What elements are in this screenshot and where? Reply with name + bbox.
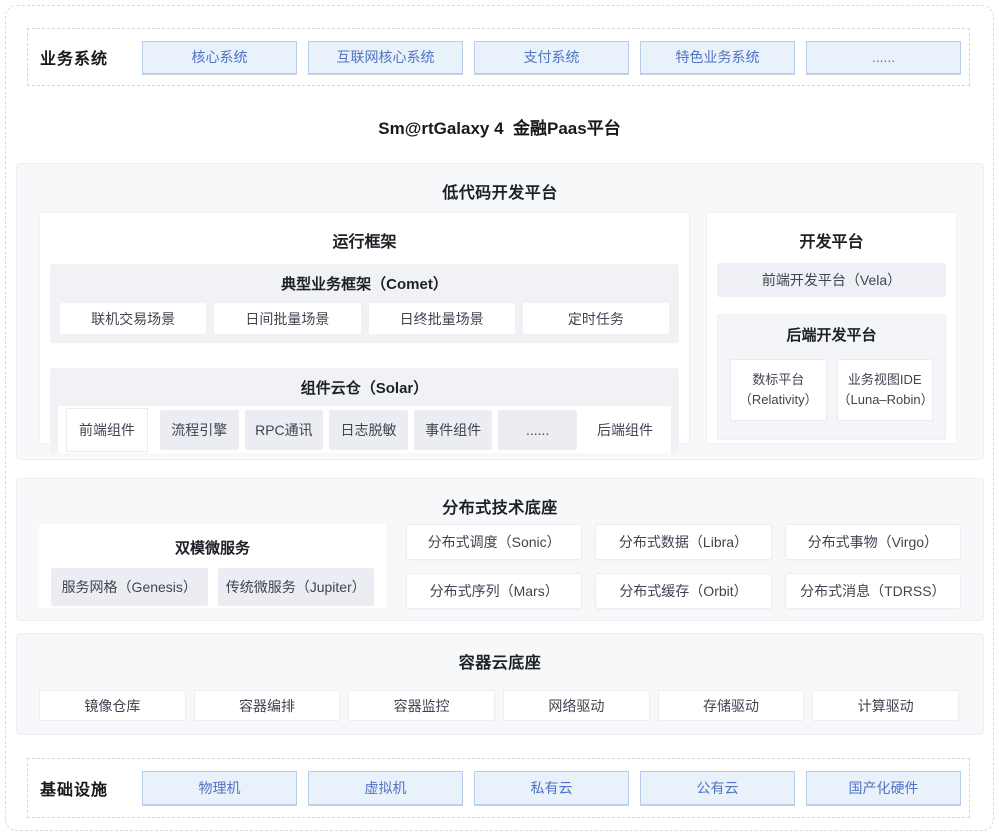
distributed-body: 双模微服务 服务网格（Genesis） 传统微服务（Jupiter） 分布式调度… xyxy=(39,524,961,608)
dual-mode-title: 双模微服务 xyxy=(39,524,386,558)
distributed-grid: 分布式调度（Sonic） 分布式数据（Libra） 分布式事物（Virgo） 分… xyxy=(406,524,961,608)
solar-item-backend-components: 后端组件 xyxy=(587,408,663,452)
infra-item-domestic-hardware: 国产化硬件 xyxy=(806,771,961,805)
biz-system-payment: 支付系统 xyxy=(474,41,629,74)
solar-panel: 组件云仓（Solar） 前端组件 流程引擎 RPC通讯 日志脱敏 事件组件 ..… xyxy=(50,368,679,453)
solar-item-event-components: 事件组件 xyxy=(414,410,493,450)
infrastructure-label: 基础设施 xyxy=(28,776,142,800)
business-systems-label: 业务系统 xyxy=(28,45,142,69)
frontend-dev-platform-vela: 前端开发平台（Vela） xyxy=(717,263,946,297)
distributed-section: 分布式技术底座 双模微服务 服务网格（Genesis） 传统微服务（Jupite… xyxy=(16,478,984,621)
cc-item-orchestration: 容器编排 xyxy=(194,690,341,721)
backend-item-luna-robin: 业务视图IDE （Luna–Robin） xyxy=(837,359,934,421)
distributed-title: 分布式技术底座 xyxy=(17,479,983,518)
backend-item-luna-robin-code: （Luna–Robin） xyxy=(838,390,933,410)
lowcode-title: 低代码开发平台 xyxy=(17,164,983,203)
biz-system-internet-core: 互联网核心系统 xyxy=(308,41,463,74)
cc-item-network-driver: 网络驱动 xyxy=(503,690,650,721)
infra-item-physical-machine: 物理机 xyxy=(142,771,297,805)
infra-item-private-cloud: 私有云 xyxy=(474,771,629,805)
infrastructure-section: 基础设施 物理机 虚拟机 私有云 公有云 国产化硬件 xyxy=(27,758,970,818)
platform-title: Sm@rtGalaxy 4 金融Paas平台 xyxy=(0,114,999,139)
backend-dev-platform-box: 后端开发平台 数标平台 （Relativity） 业务视图IDE （Luna–R… xyxy=(717,314,946,440)
solar-items: 前端组件 流程引擎 RPC通讯 日志脱敏 事件组件 ...... 后端组件 xyxy=(58,406,671,453)
comet-item-intraday-batch: 日间批量场景 xyxy=(214,303,360,334)
distributed-item-sonic: 分布式调度（Sonic） xyxy=(406,524,582,560)
comet-item-online-trading: 联机交易场景 xyxy=(60,303,206,334)
distributed-item-orbit: 分布式缓存（Orbit） xyxy=(595,573,771,609)
distributed-item-tdrss: 分布式消息（TDRSS） xyxy=(785,573,961,609)
runtime-framework-box: 运行框架 典型业务框架（Comet） 联机交易场景 日间批量场景 日终批量场景 … xyxy=(39,212,690,444)
solar-title: 组件云仓（Solar） xyxy=(50,368,679,398)
biz-system-special: 特色业务系统 xyxy=(640,41,795,74)
backend-dev-platform-title: 后端开发平台 xyxy=(718,315,945,345)
dual-mode-microservices-box: 双模微服务 服务网格（Genesis） 传统微服务（Jupiter） xyxy=(39,524,386,608)
infrastructure-items: 物理机 虚拟机 私有云 公有云 国产化硬件 xyxy=(142,771,969,805)
solar-item-log-masking: 日志脱敏 xyxy=(329,410,408,450)
runtime-framework-title: 运行框架 xyxy=(40,213,689,252)
dual-mode-item-jupiter: 传统微服务（Jupiter） xyxy=(218,568,375,606)
biz-system-core: 核心系统 xyxy=(142,41,297,74)
cc-item-storage-driver: 存储驱动 xyxy=(658,690,805,721)
solar-item-frontend-components: 前端组件 xyxy=(66,408,148,452)
dual-mode-item-genesis: 服务网格（Genesis） xyxy=(51,568,208,606)
comet-item-scheduled-task: 定时任务 xyxy=(523,303,669,334)
backend-item-luna-robin-name: 业务视图IDE xyxy=(848,370,922,390)
cc-item-compute-driver: 计算驱动 xyxy=(812,690,959,721)
solar-item-rpc: RPC通讯 xyxy=(245,410,324,450)
lowcode-section: 低代码开发平台 运行框架 典型业务框架（Comet） 联机交易场景 日间批量场景… xyxy=(16,163,984,460)
backend-dev-platform-items: 数标平台 （Relativity） 业务视图IDE （Luna–Robin） xyxy=(730,359,933,421)
dev-platform-title: 开发平台 xyxy=(707,213,956,252)
comet-panel: 典型业务框架（Comet） 联机交易场景 日间批量场景 日终批量场景 定时任务 xyxy=(50,264,679,343)
distributed-item-libra: 分布式数据（Libra） xyxy=(595,524,771,560)
biz-system-ellipsis: ...... xyxy=(806,41,961,74)
distributed-item-mars: 分布式序列（Mars） xyxy=(406,573,582,609)
lowcode-body: 运行框架 典型业务框架（Comet） 联机交易场景 日间批量场景 日终批量场景 … xyxy=(39,212,957,444)
solar-item-process-engine: 流程引擎 xyxy=(160,410,239,450)
backend-item-relativity-code: （Relativity） xyxy=(739,390,818,410)
dev-platform-box: 开发平台 前端开发平台（Vela） 后端开发平台 数标平台 （Relativit… xyxy=(706,212,957,444)
container-cloud-section: 容器云底座 镜像仓库 容器编排 容器监控 网络驱动 存储驱动 计算驱动 xyxy=(16,633,984,735)
infra-item-public-cloud: 公有云 xyxy=(640,771,795,805)
distributed-item-virgo: 分布式事物（Virgo） xyxy=(785,524,961,560)
container-cloud-title: 容器云底座 xyxy=(17,634,983,673)
infra-item-virtual-machine: 虚拟机 xyxy=(308,771,463,805)
backend-item-relativity-name: 数标平台 xyxy=(752,370,804,390)
comet-items: 联机交易场景 日间批量场景 日终批量场景 定时任务 xyxy=(60,303,669,343)
comet-item-eod-batch: 日终批量场景 xyxy=(369,303,515,334)
solar-item-ellipsis: ...... xyxy=(498,410,577,450)
dual-mode-items: 服务网格（Genesis） 传统微服务（Jupiter） xyxy=(51,568,374,606)
cc-item-monitoring: 容器监控 xyxy=(348,690,495,721)
container-cloud-items: 镜像仓库 容器编排 容器监控 网络驱动 存储驱动 计算驱动 xyxy=(39,690,959,721)
comet-title: 典型业务框架（Comet） xyxy=(50,264,679,294)
business-systems-section: 业务系统 核心系统 互联网核心系统 支付系统 特色业务系统 ...... xyxy=(27,28,970,86)
backend-item-relativity: 数标平台 （Relativity） xyxy=(730,359,827,421)
business-systems-items: 核心系统 互联网核心系统 支付系统 特色业务系统 ...... xyxy=(142,41,969,74)
cc-item-image-registry: 镜像仓库 xyxy=(39,690,186,721)
